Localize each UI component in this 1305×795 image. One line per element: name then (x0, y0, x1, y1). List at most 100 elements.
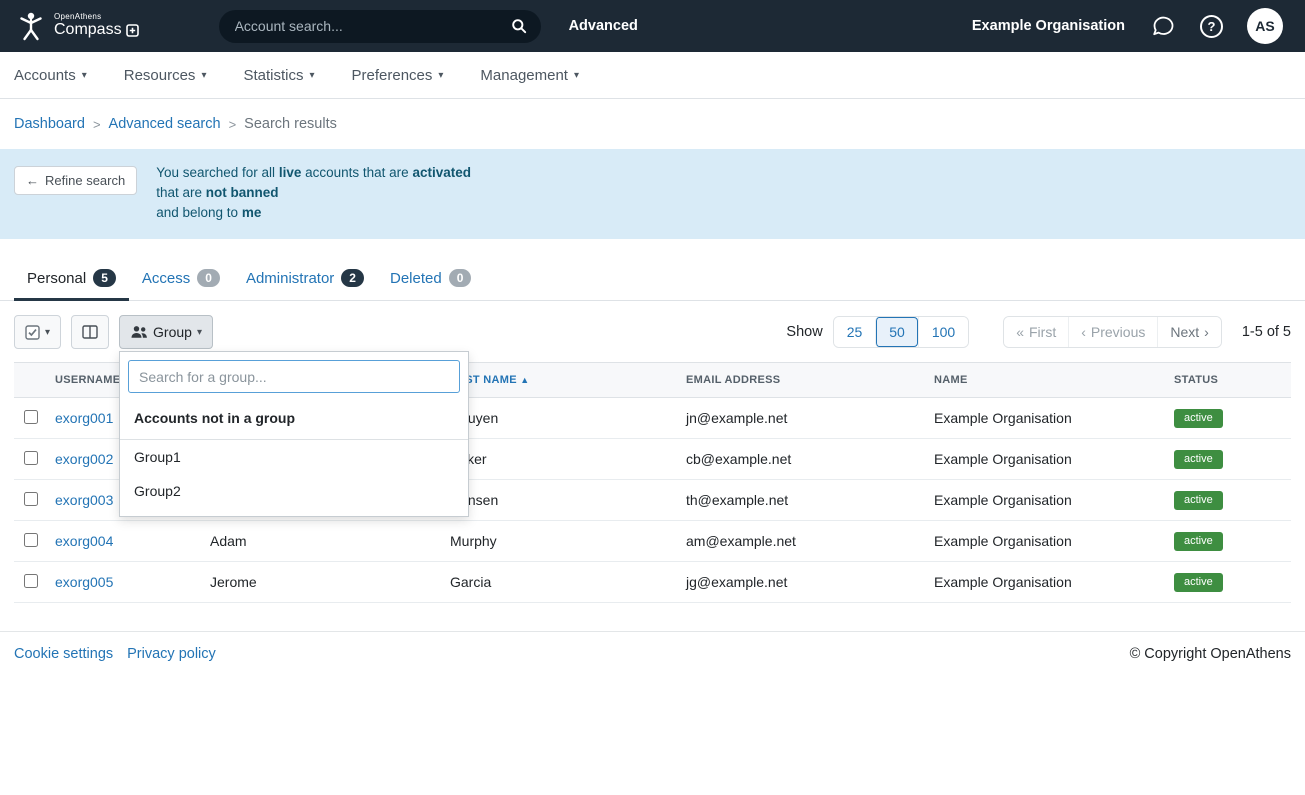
refine-search-button[interactable]: ← Refine search (14, 166, 137, 195)
refine-search-label: Refine search (45, 173, 125, 188)
organisation-name: Example Organisation (972, 18, 1125, 34)
tab-personal-count: 5 (93, 269, 116, 287)
tabs: Personal 5 Access 0 Administrator 2 Dele… (0, 259, 1305, 301)
dropdown-item-group2[interactable]: Group2 (120, 474, 468, 508)
status-badge: active (1174, 532, 1223, 551)
row-checkbox[interactable] (24, 492, 38, 506)
header-email[interactable]: EMAIL ADDRESS (678, 363, 926, 398)
select-all-dropdown-button[interactable]: ▾ (14, 315, 61, 349)
openathens-figure-icon (14, 9, 48, 43)
columns-icon (82, 325, 98, 339)
last-name-cell: Murphy (442, 521, 678, 562)
row-checkbox[interactable] (24, 451, 38, 465)
row-checkbox[interactable] (24, 533, 38, 547)
tab-administrator-count: 2 (341, 269, 364, 287)
name-cell: Example Organisation (926, 398, 1166, 439)
tab-access-count: 0 (197, 269, 220, 287)
username-link[interactable]: exorg002 (55, 451, 113, 467)
top-header: OpenAthens Compass Advanced Example Orga… (0, 0, 1305, 52)
chevron-left-icon: ‹ (1081, 324, 1086, 340)
column-settings-button[interactable] (71, 315, 109, 349)
messages-button[interactable] (1151, 14, 1176, 38)
tab-access[interactable]: Access 0 (129, 259, 233, 301)
back-arrow-icon: ← (26, 173, 39, 188)
search-summary-line2: that are not banned (156, 183, 471, 203)
header-name[interactable]: NAME (926, 363, 1166, 398)
avatar[interactable]: AS (1247, 8, 1283, 44)
search-summary-line3: and belong to me (156, 203, 471, 223)
name-cell: Example Organisation (926, 521, 1166, 562)
first-page-button[interactable]: « First (1004, 317, 1068, 347)
nav-statistics[interactable]: Statistics ▾ (243, 67, 314, 84)
tab-deleted[interactable]: Deleted 0 (377, 259, 484, 301)
header-status[interactable]: STATUS (1166, 363, 1291, 398)
account-search-input[interactable] (235, 18, 503, 34)
email-cell: jn@example.net (678, 398, 926, 439)
tab-personal[interactable]: Personal 5 (14, 259, 129, 301)
username-link[interactable]: exorg004 (55, 533, 113, 549)
dropdown-item-no-group[interactable]: Accounts not in a group (120, 401, 468, 440)
chevron-right-icon: › (1204, 324, 1209, 340)
chevron-down-icon: ▾ (309, 70, 314, 81)
group-dropdown: Accounts not in a group Group1 Group2 (119, 351, 469, 517)
nav-accounts[interactable]: Accounts ▾ (14, 67, 87, 84)
first-name-cell: Jerome (202, 562, 442, 603)
nav-preferences[interactable]: Preferences ▾ (352, 67, 444, 84)
row-checkbox[interactable] (24, 574, 38, 588)
nav-accounts-label: Accounts (14, 67, 76, 84)
tab-personal-label: Personal (27, 270, 86, 287)
username-link[interactable]: exorg003 (55, 492, 113, 508)
checkbox-icon (25, 325, 40, 340)
openathens-logo[interactable]: OpenAthens Compass (14, 9, 139, 43)
group-filter-label: Group (153, 324, 192, 340)
email-cell: am@example.net (678, 521, 926, 562)
group-filter-button[interactable]: Group ▾ (119, 315, 213, 349)
nav-resources[interactable]: Resources ▾ (124, 67, 207, 84)
username-link[interactable]: exorg001 (55, 410, 113, 426)
logo-compass-text: Compass (54, 22, 122, 39)
search-summary: You searched for all live accounts that … (156, 163, 471, 223)
privacy-policy-link[interactable]: Privacy policy (127, 646, 216, 662)
chevron-down-icon: ▾ (197, 327, 202, 338)
row-checkbox[interactable] (24, 410, 38, 424)
cookie-settings-link[interactable]: Cookie settings (14, 646, 113, 662)
table-row: exorg005 Jerome Garcia jg@example.net Ex… (14, 562, 1291, 603)
nav-preferences-label: Preferences (352, 67, 433, 84)
email-cell: cb@example.net (678, 439, 926, 480)
page-size-25[interactable]: 25 (834, 317, 876, 347)
nav-management[interactable]: Management ▾ (480, 67, 579, 84)
search-icon (511, 18, 527, 34)
previous-page-label: Previous (1091, 324, 1145, 340)
chevron-down-icon: ▾ (201, 70, 206, 81)
chevron-down-icon: ▾ (574, 70, 579, 81)
group-search (120, 352, 468, 401)
email-cell: th@example.net (678, 480, 926, 521)
search-button[interactable] (503, 14, 535, 38)
header-last-name[interactable]: LAST NAME ▲ (442, 363, 678, 398)
last-name-cell: Hansen (442, 480, 678, 521)
dropdown-item-group1[interactable]: Group1 (120, 440, 468, 474)
nav-management-label: Management (480, 67, 568, 84)
next-page-button[interactable]: Next › (1157, 317, 1220, 347)
account-search (219, 10, 541, 43)
group-search-input[interactable] (128, 360, 460, 393)
email-cell: jg@example.net (678, 562, 926, 603)
page-size-selector: 25 50 100 (833, 316, 970, 348)
username-link[interactable]: exorg005 (55, 574, 113, 590)
toolbar: ▾ Group ▾ Accounts not in a group Group1 (0, 315, 1305, 349)
status-badge: active (1174, 573, 1223, 592)
help-button[interactable]: ? (1200, 15, 1223, 38)
search-summary-line1: You searched for all live accounts that … (156, 163, 471, 183)
breadcrumb-advanced-search[interactable]: Advanced search (109, 116, 221, 132)
name-cell: Example Organisation (926, 439, 1166, 480)
chevron-down-icon: ▾ (438, 70, 443, 81)
tab-administrator[interactable]: Administrator 2 (233, 259, 377, 301)
page-size-100[interactable]: 100 (918, 317, 968, 347)
chat-icon (1151, 14, 1176, 38)
advanced-search-link[interactable]: Advanced (569, 18, 638, 34)
tab-deleted-label: Deleted (390, 270, 442, 287)
page-size-50[interactable]: 50 (875, 317, 918, 347)
previous-page-button[interactable]: ‹ Previous (1068, 317, 1157, 347)
breadcrumb-dashboard[interactable]: Dashboard (14, 116, 85, 132)
breadcrumb-separator: > (93, 117, 101, 132)
